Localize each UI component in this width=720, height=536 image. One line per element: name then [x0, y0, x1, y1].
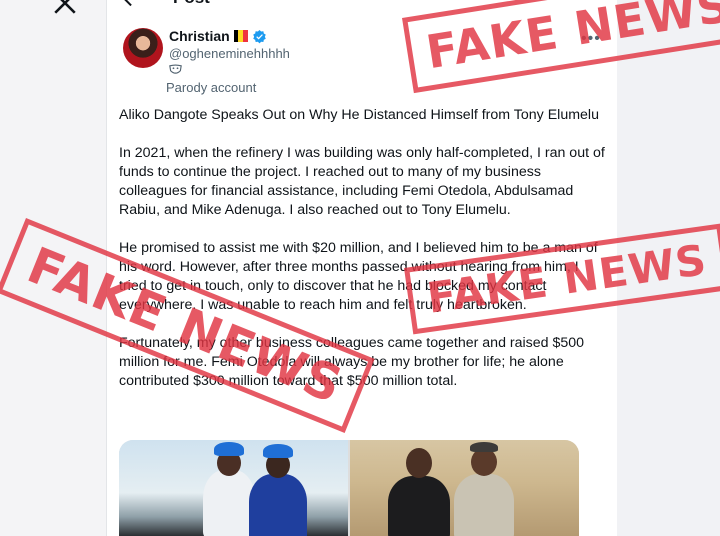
right-side-panel [617, 0, 720, 536]
author-name-row: Christian [169, 28, 267, 44]
parody-account-label: Parody account [166, 80, 257, 95]
more-options-icon[interactable]: ••• [581, 30, 601, 48]
post-paragraph: Aliko Dangote Speaks Out on Why He Dista… [119, 107, 599, 123]
x-logo-icon[interactable] [52, 0, 78, 16]
post-column: Post Christian @ogheneminehhhhh Parody a… [106, 0, 618, 536]
author-handle[interactable]: @ogheneminehhhhh [169, 46, 290, 61]
post-paragraph: He promised to assist me with $20 millio… [119, 240, 598, 313]
avatar[interactable] [123, 28, 163, 68]
belgium-flag-icon [233, 30, 248, 42]
post-paragraph: In 2021, when the refinery I was buildin… [119, 145, 605, 218]
author-display-name[interactable]: Christian [169, 28, 230, 44]
post-text: Aliko Dangote Speaks Out on Why He Dista… [119, 106, 609, 410]
post-paragraph: Fortunately, my other business colleague… [119, 335, 585, 389]
page-title: Post [173, 0, 210, 8]
verified-badge-icon[interactable] [252, 29, 267, 44]
back-arrow-icon[interactable] [121, 0, 143, 10]
left-nav-rail [0, 0, 106, 536]
post-photo[interactable] [350, 440, 579, 536]
post-photo[interactable] [119, 440, 348, 536]
post-header: Post [107, 0, 617, 12]
parody-mask-icon [169, 64, 182, 74]
post-media-grid[interactable] [119, 440, 579, 536]
